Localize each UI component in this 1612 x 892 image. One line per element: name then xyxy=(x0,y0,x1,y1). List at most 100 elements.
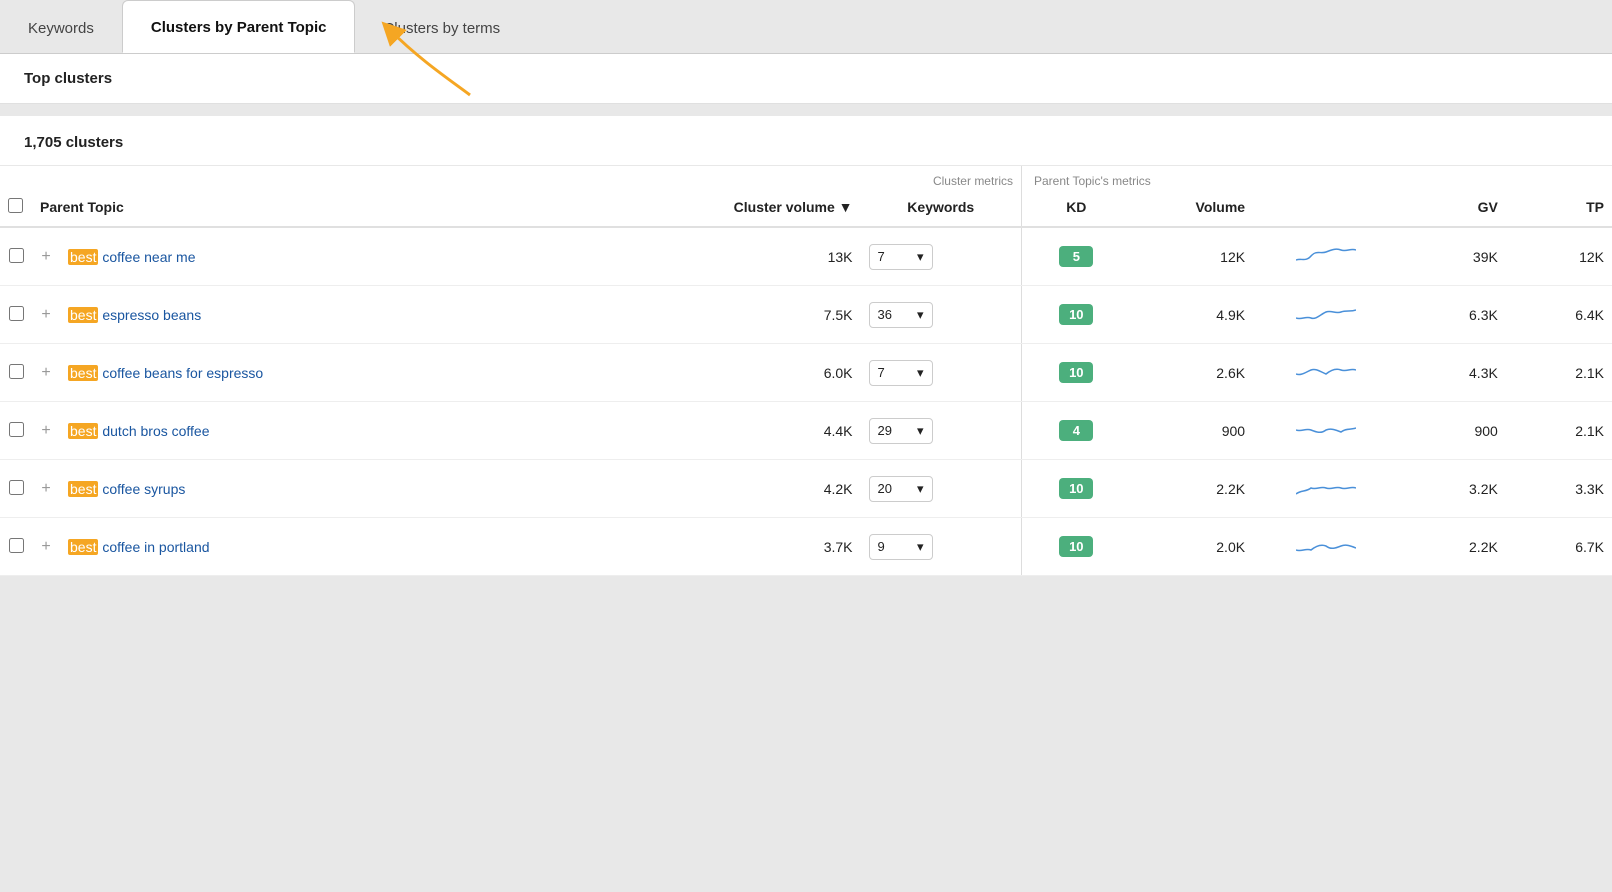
col-header-row: Parent Topic Cluster volume ▼ Keywords K… xyxy=(0,190,1612,227)
row-gv-4: 3.2K xyxy=(1400,460,1506,518)
th-tp: TP xyxy=(1506,190,1612,227)
keyword-link-1[interactable]: best espresso beans xyxy=(68,307,201,323)
row-gv-3: 900 xyxy=(1400,402,1506,460)
row-checkbox-cell xyxy=(0,344,32,402)
top-clusters-bar: Top clusters xyxy=(0,54,1612,104)
table-row: + best espresso beans 7.5K 36 ▾ 10 4.9K … xyxy=(0,286,1612,344)
row-keyword-2: best coffee beans for espresso xyxy=(60,344,600,402)
tab-keywords[interactable]: Keywords xyxy=(0,2,122,53)
row-tp-2: 2.1K xyxy=(1506,344,1612,402)
row-keywords-dropdown-2: 7 ▾ xyxy=(861,344,1022,402)
row-cluster-volume-4: 4.2K xyxy=(600,460,860,518)
parent-metrics-label: Parent Topic's metrics xyxy=(1021,166,1505,190)
row-keyword-1: best espresso beans xyxy=(60,286,600,344)
row-checkbox-2[interactable] xyxy=(9,364,24,379)
kd-badge-1: 10 xyxy=(1059,304,1093,325)
keywords-dropdown-0[interactable]: 7 ▾ xyxy=(869,244,933,270)
cluster-metrics-label: Cluster metrics xyxy=(600,166,1021,190)
row-keywords-dropdown-5: 9 ▾ xyxy=(861,518,1022,576)
row-gv-0: 39K xyxy=(1400,227,1506,286)
kd-badge-4: 10 xyxy=(1059,478,1093,499)
row-kd-1: 10 xyxy=(1021,286,1126,344)
tabs-bar: Keywords Clusters by Parent Topic Cluste… xyxy=(0,0,1612,54)
keywords-dropdown-3[interactable]: 29 ▾ xyxy=(869,418,933,444)
tab-clusters-parent[interactable]: Clusters by Parent Topic xyxy=(122,0,356,53)
th-cluster-volume: Cluster volume ▼ xyxy=(600,190,860,227)
select-all-checkbox[interactable] xyxy=(8,198,23,213)
sparkline-chart-2 xyxy=(1261,356,1392,389)
row-checkbox-1[interactable] xyxy=(9,306,24,321)
row-keyword-4: best coffee syrups xyxy=(60,460,600,518)
row-volume-3: 900 xyxy=(1127,402,1253,460)
row-sparkline-1 xyxy=(1253,286,1400,344)
row-sparkline-4 xyxy=(1253,460,1400,518)
row-expand-4[interactable]: + xyxy=(32,460,60,518)
keyword-link-4[interactable]: best coffee syrups xyxy=(68,481,185,497)
row-volume-2: 2.6K xyxy=(1127,344,1253,402)
th-parent-topic: Parent Topic xyxy=(32,190,600,227)
sparkline-chart-1 xyxy=(1261,298,1392,331)
sparkline-chart-5 xyxy=(1261,530,1392,563)
row-keyword-0: best coffee near me xyxy=(60,227,600,286)
row-keyword-5: best coffee in portland xyxy=(60,518,600,576)
row-tp-1: 6.4K xyxy=(1506,286,1612,344)
th-keywords: Keywords xyxy=(861,190,1022,227)
row-expand-5[interactable]: + xyxy=(32,518,60,576)
row-checkbox-5[interactable] xyxy=(9,538,24,553)
keywords-dropdown-4[interactable]: 20 ▾ xyxy=(869,476,933,502)
keywords-dropdown-1[interactable]: 36 ▾ xyxy=(869,302,933,328)
kd-badge-5: 10 xyxy=(1059,536,1093,557)
row-expand-2[interactable]: + xyxy=(32,344,60,402)
th-kd: KD xyxy=(1021,190,1126,227)
th-volume: Volume xyxy=(1127,190,1253,227)
table-row: + best coffee near me 13K 7 ▾ 5 12K 39K … xyxy=(0,227,1612,286)
data-table: Cluster metrics Parent Topic's metrics P… xyxy=(0,166,1612,576)
row-volume-5: 2.0K xyxy=(1127,518,1253,576)
row-tp-5: 6.7K xyxy=(1506,518,1612,576)
row-checkbox-3[interactable] xyxy=(9,422,24,437)
row-expand-1[interactable]: + xyxy=(32,286,60,344)
sparkline-chart-0 xyxy=(1261,240,1392,273)
keyword-link-5[interactable]: best coffee in portland xyxy=(68,539,210,555)
row-volume-4: 2.2K xyxy=(1127,460,1253,518)
row-keywords-dropdown-4: 20 ▾ xyxy=(861,460,1022,518)
kd-badge-2: 10 xyxy=(1059,362,1093,383)
row-checkbox-cell xyxy=(0,286,32,344)
row-expand-0[interactable]: + xyxy=(32,227,60,286)
keywords-dropdown-5[interactable]: 9 ▾ xyxy=(869,534,933,560)
row-cluster-volume-2: 6.0K xyxy=(600,344,860,402)
row-checkbox-cell xyxy=(0,518,32,576)
row-cluster-volume-1: 7.5K xyxy=(600,286,860,344)
row-checkbox-0[interactable] xyxy=(9,248,24,263)
row-kd-4: 10 xyxy=(1021,460,1126,518)
keyword-highlight-0: best xyxy=(68,249,98,265)
row-keyword-3: best dutch bros coffee xyxy=(60,402,600,460)
row-checkbox-cell xyxy=(0,402,32,460)
row-sparkline-0 xyxy=(1253,227,1400,286)
row-kd-5: 10 xyxy=(1021,518,1126,576)
row-expand-3[interactable]: + xyxy=(32,402,60,460)
row-tp-3: 2.1K xyxy=(1506,402,1612,460)
row-tp-4: 3.3K xyxy=(1506,460,1612,518)
tab-clusters-terms[interactable]: Clusters by terms xyxy=(355,2,528,53)
table-row: + best coffee in portland 3.7K 9 ▾ 10 2.… xyxy=(0,518,1612,576)
row-sparkline-3 xyxy=(1253,402,1400,460)
row-volume-0: 12K xyxy=(1127,227,1253,286)
sparkline-chart-4 xyxy=(1261,472,1392,505)
table-row: + best coffee syrups 4.2K 20 ▾ 10 2.2K 3… xyxy=(0,460,1612,518)
row-checkbox-cell xyxy=(0,227,32,286)
keyword-link-0[interactable]: best coffee near me xyxy=(68,249,196,265)
keywords-dropdown-2[interactable]: 7 ▾ xyxy=(869,360,933,386)
keyword-highlight-2: best xyxy=(68,365,98,381)
row-checkbox-4[interactable] xyxy=(9,480,24,495)
keyword-highlight-1: best xyxy=(68,307,98,323)
row-tp-0: 12K xyxy=(1506,227,1612,286)
top-clusters-label: Top clusters xyxy=(24,70,112,87)
row-kd-2: 10 xyxy=(1021,344,1126,402)
sparkline-chart-3 xyxy=(1261,414,1392,447)
keyword-link-2[interactable]: best coffee beans for espresso xyxy=(68,365,263,381)
keyword-link-3[interactable]: best dutch bros coffee xyxy=(68,423,210,439)
row-kd-0: 5 xyxy=(1021,227,1126,286)
th-checkbox xyxy=(0,190,32,227)
th-gv: GV xyxy=(1400,190,1506,227)
